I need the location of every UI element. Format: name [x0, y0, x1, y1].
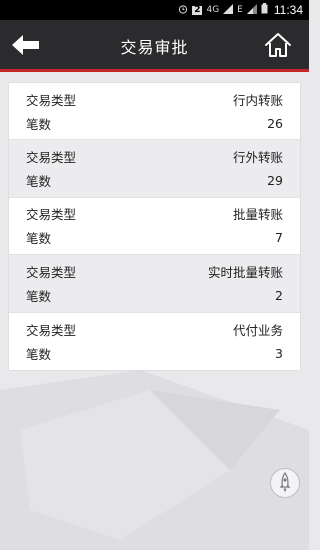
transaction-type-value: 行内转账: [232, 92, 283, 108]
list-item[interactable]: 交易类型 行外转账 笔数 29: [9, 140, 300, 198]
transaction-type-value: 实时批量转账: [207, 264, 283, 280]
network-type-label: 4G: [206, 4, 220, 15]
transaction-type-value: 行外转账: [232, 150, 283, 166]
count-label: 笔数: [26, 288, 52, 304]
count-label: 笔数: [26, 174, 52, 190]
transaction-type-label: 交易类型: [26, 150, 77, 166]
transaction-type-label: 交易类型: [26, 322, 77, 338]
list-item[interactable]: 交易类型 实时批量转账 笔数 2: [9, 255, 300, 313]
count-value: 26: [267, 115, 283, 131]
home-button[interactable]: [263, 30, 293, 60]
list-item[interactable]: 交易类型 行内转账 笔数 26: [9, 83, 300, 141]
count-label: 笔数: [26, 116, 52, 132]
count-label: 笔数: [26, 231, 52, 247]
wifi-signal-icon: [246, 3, 257, 17]
signal-icon: [223, 3, 234, 17]
transaction-type-value: 代付业务: [232, 322, 283, 338]
count-value: 3: [275, 345, 283, 361]
rocket-icon: [279, 472, 291, 493]
network-type-alt-label: E: [237, 4, 243, 15]
list-item[interactable]: 交易类型 代付业务 笔数 3: [9, 313, 300, 370]
count-value: 2: [275, 287, 283, 303]
header-bar: 交易审批: [0, 20, 309, 72]
transaction-type-label: 交易类型: [26, 207, 77, 223]
transaction-type-value: 批量转账: [232, 207, 283, 223]
count-value: 29: [267, 173, 283, 189]
sim-badge-icon: 2: [192, 4, 203, 15]
alarm-icon: [178, 4, 188, 17]
background-decoration: [0, 370, 309, 550]
floating-action-button[interactable]: [270, 468, 300, 498]
transaction-type-label: 交易类型: [26, 92, 77, 108]
count-label: 笔数: [26, 346, 52, 362]
home-icon: [265, 33, 291, 57]
status-time: 11:34: [273, 3, 303, 17]
list-item[interactable]: 交易类型 批量转账 笔数 7: [9, 198, 300, 256]
approval-list: 交易类型 行内转账 笔数 26 交易类型 行外转账 笔数 29 交易类型 批量转…: [9, 83, 300, 370]
count-value: 7: [275, 230, 283, 246]
transaction-type-label: 交易类型: [26, 264, 77, 280]
status-bar: 2 4G E 11:34: [0, 0, 309, 20]
battery-icon: [261, 3, 268, 17]
